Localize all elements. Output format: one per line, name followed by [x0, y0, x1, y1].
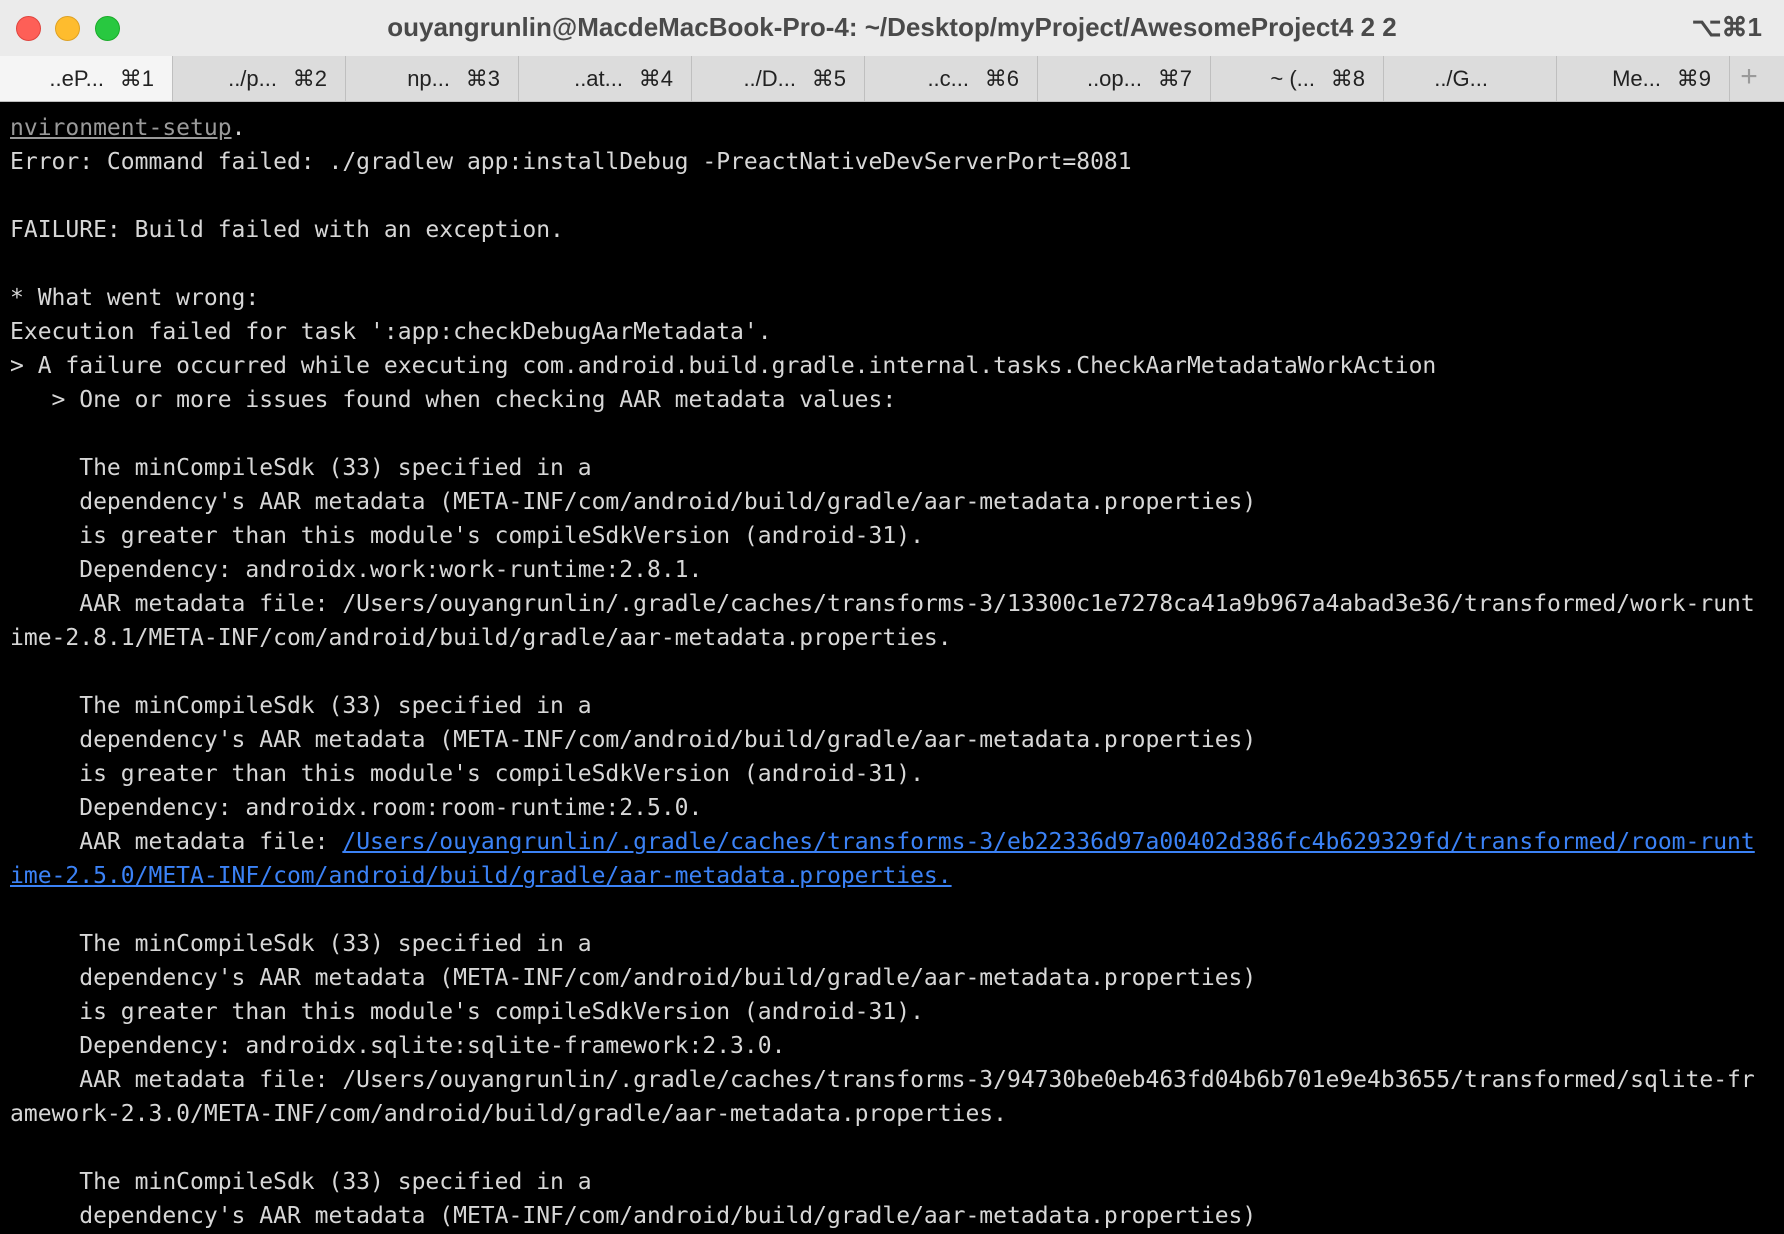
tab-label: ..op... — [1086, 66, 1142, 91]
terminal-line: amework-2.3.0/META-INF/com/android/build… — [10, 1101, 1007, 1127]
terminal-line: > One or more issues found when checking… — [10, 387, 897, 413]
tab-shortcut: ⌘5 — [811, 66, 846, 91]
terminal-output[interactable]: nvironment-setup. Error: Command failed:… — [0, 102, 1784, 1234]
tab-1[interactable]: ..eP... ⌘1 — [0, 56, 173, 101]
tab-shortcut: ⌘9 — [1676, 66, 1711, 91]
terminal-link[interactable]: nvironment-setup — [10, 115, 232, 141]
terminal-line: FAILURE: Build failed with an exception. — [10, 217, 564, 243]
tab-4[interactable]: ..at... ⌘4 — [519, 56, 692, 101]
terminal-line: nvironment-setup. — [10, 115, 246, 141]
terminal-line: dependency's AAR metadata (META-INF/com/… — [10, 965, 1257, 991]
new-tab-button[interactable]: + — [1730, 56, 1768, 101]
tab-8[interactable]: ~ (... ⌘8 — [1211, 56, 1384, 101]
terminal-line: dependency's AAR metadata (META-INF/com/… — [10, 489, 1257, 515]
terminal-line: is greater than this module's compileSdk… — [10, 523, 924, 549]
terminal-line: > A failure occurred while executing com… — [10, 353, 1437, 379]
terminal-line: dependency's AAR metadata (META-INF/com/… — [10, 727, 1257, 753]
terminal-line: The minCompileSdk (33) specified in a — [10, 1169, 592, 1195]
tab-shortcut: ⌘3 — [465, 66, 500, 91]
tab-label: ../G... — [1434, 66, 1488, 91]
tab-shortcut: ⌘4 — [638, 66, 673, 91]
terminal-line: The minCompileSdk (33) specified in a — [10, 455, 592, 481]
window-title: ouyangrunlin@MacdeMacBook-Pro-4: ~/Deskt… — [387, 12, 1397, 42]
terminal-line: dependency's AAR metadata (META-INF/com/… — [10, 1203, 1257, 1229]
terminal-line: ime-2.5.0/META-INF/com/android/build/gra… — [10, 859, 1784, 893]
terminal-line: The minCompileSdk (33) specified in a — [10, 693, 592, 719]
tab-bar: ..eP... ⌘1 ../p... ⌘2 np... ⌘3 ..at... ⌘4 ../D..… — [0, 56, 1784, 102]
tab-shortcut: ⌘1 — [119, 66, 154, 91]
tab-label: ../p... — [228, 66, 277, 91]
window-shortcut: ⌥⌘1 — [1691, 12, 1762, 42]
tab-10[interactable]: Me... ⌘9 — [1557, 56, 1730, 101]
tab-label: np... — [407, 66, 450, 91]
terminal-line: AAR metadata file: /Users/ouyangrunlin/.… — [10, 829, 1755, 855]
terminal-line: Dependency: androidx.work:work-runtime:2… — [10, 557, 703, 583]
terminal-line: is greater than this module's compileSdk… — [10, 761, 924, 787]
tab-2[interactable]: ../p... ⌘2 — [173, 56, 346, 101]
tab-9[interactable]: ../G... — [1384, 56, 1557, 101]
terminal-line: AAR metadata file: /Users/ouyangrunlin/.… — [10, 1067, 1755, 1093]
tab-label: ../D... — [743, 66, 796, 91]
tab-3[interactable]: np... ⌘3 — [346, 56, 519, 101]
aar-metadata-file-link-continued[interactable]: ime-2.5.0/META-INF/com/android/build/gra… — [10, 863, 952, 889]
tab-shortcut: ⌘2 — [292, 66, 327, 91]
terminal-line: Error: Command failed: ./gradlew app:ins… — [10, 149, 1132, 175]
terminal-line: Execution failed for task ':app:checkDeb… — [10, 319, 772, 345]
tab-label: ~ (... — [1270, 66, 1315, 91]
terminal-line: AAR metadata file: /Users/ouyangrunlin/.… — [10, 591, 1755, 617]
tab-label: Me... — [1612, 66, 1661, 91]
tab-shortcut: ⌘6 — [984, 66, 1019, 91]
terminal-window: ouyangrunlin@MacdeMacBook-Pro-4: ~/Deskt… — [0, 0, 1784, 1234]
tab-label: ..c... — [927, 66, 969, 91]
tab-5[interactable]: ../D... ⌘5 — [692, 56, 865, 101]
terminal-line: ime-2.8.1/META-INF/com/android/build/gra… — [10, 625, 952, 651]
tab-label: ..eP... — [49, 66, 104, 91]
tab-6[interactable]: ..c... ⌘6 — [865, 56, 1038, 101]
terminal-line: * What went wrong: — [10, 285, 260, 311]
title-bar[interactable]: ouyangrunlin@MacdeMacBook-Pro-4: ~/Deskt… — [0, 0, 1784, 56]
tab-shortcut: ⌘8 — [1330, 66, 1365, 91]
terminal-line: The minCompileSdk (33) specified in a — [10, 931, 592, 957]
terminal-line: Dependency: androidx.sqlite:sqlite-frame… — [10, 1033, 786, 1059]
terminal-line: Dependency: androidx.room:room-runtime:2… — [10, 795, 703, 821]
tab-7[interactable]: ..op... ⌘7 — [1038, 56, 1211, 101]
tab-shortcut: ⌘7 — [1157, 66, 1192, 91]
aar-metadata-file-link[interactable]: /Users/ouyangrunlin/.gradle/caches/trans… — [342, 829, 1754, 855]
terminal-line: is greater than this module's compileSdk… — [10, 999, 924, 1025]
tab-label: ..at... — [574, 66, 623, 91]
